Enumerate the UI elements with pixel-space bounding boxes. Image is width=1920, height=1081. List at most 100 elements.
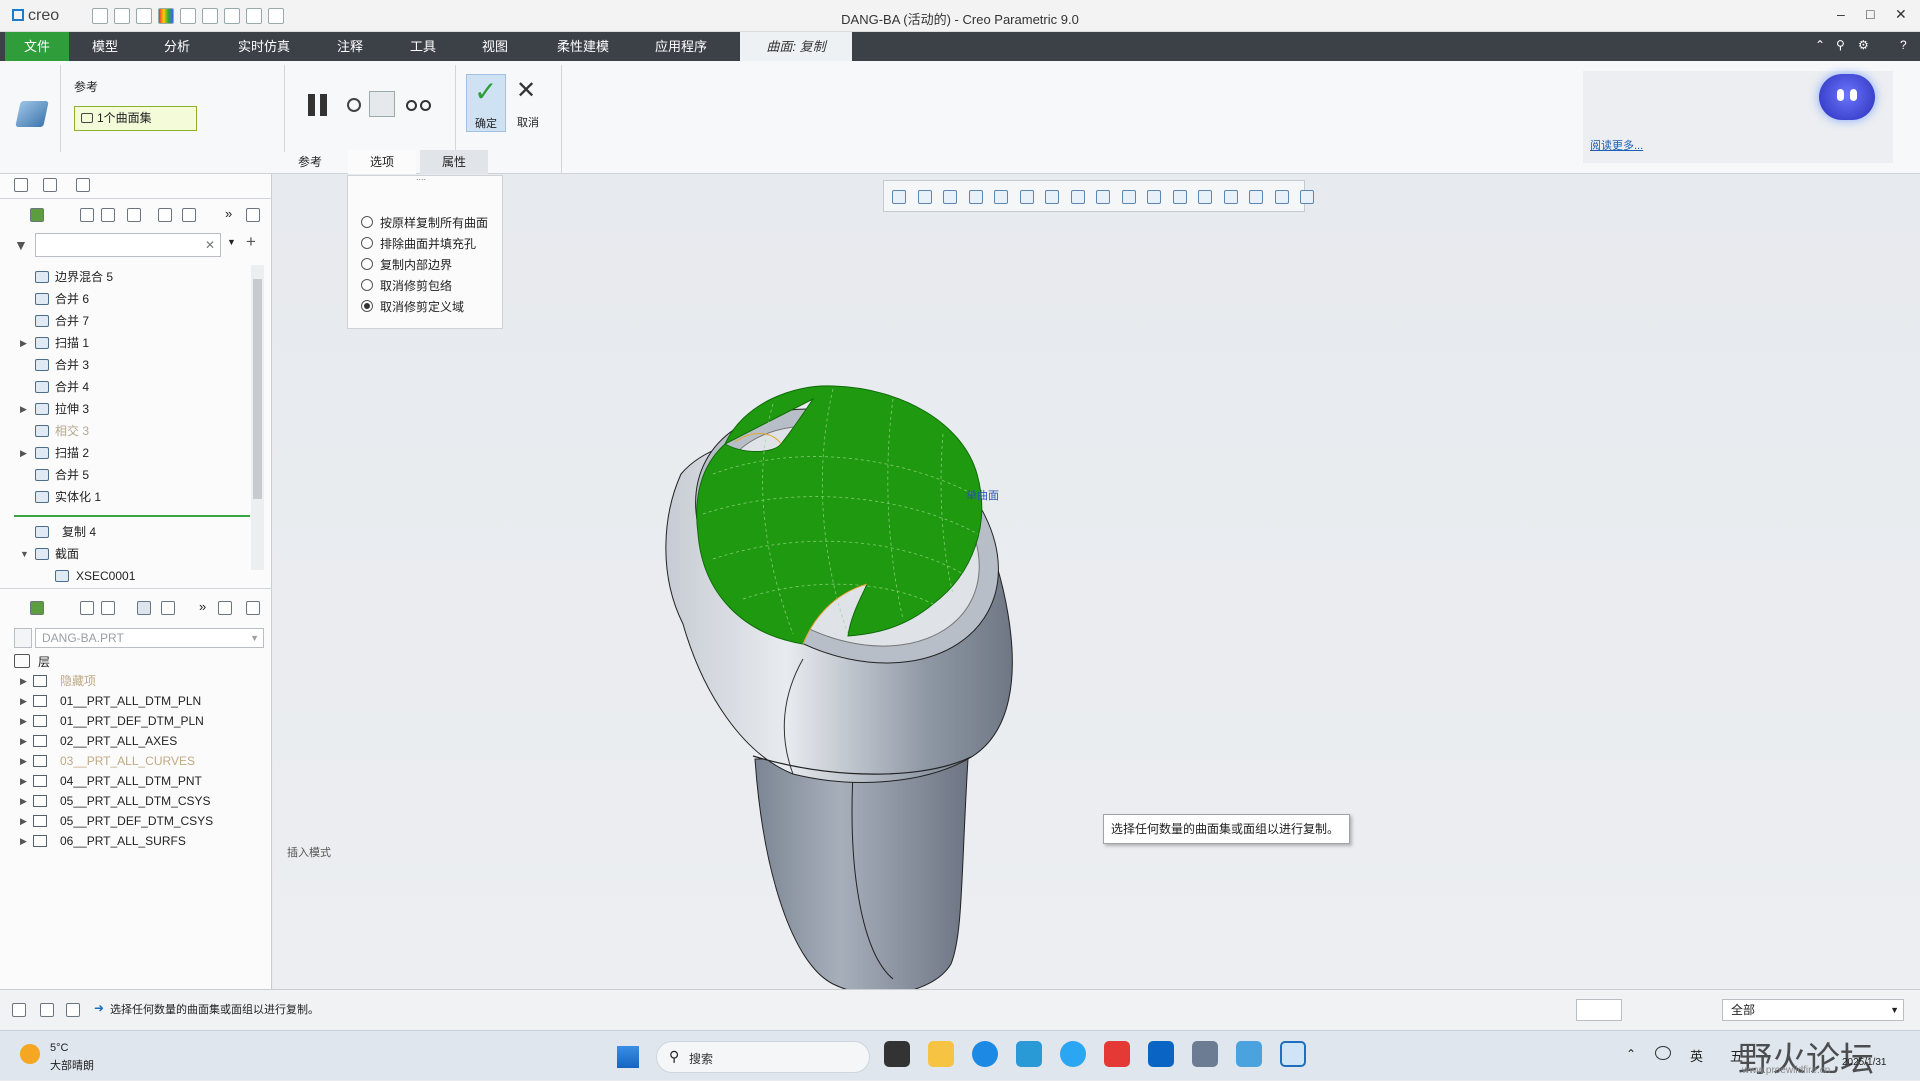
layer-item[interactable]: ▶ 03__PRT_ALL_CURVES — [0, 751, 250, 771]
tab-tools[interactable]: 工具 — [398, 32, 448, 61]
tree-item[interactable]: 合并 7 — [0, 311, 250, 331]
expand-arrow-icon[interactable]: ▶ — [20, 731, 27, 751]
tree-item[interactable]: 合并 3 — [0, 355, 250, 375]
display-style-icon[interactable] — [1019, 190, 1034, 204]
layer-part-select[interactable]: DANG-BA.PRT ▼ — [35, 628, 264, 648]
clear-search-icon[interactable]: ✕ — [205, 238, 215, 252]
read-more-link[interactable]: 阅读更多... — [1590, 137, 1643, 153]
select-arrow-icon[interactable] — [14, 628, 32, 648]
edge-icon[interactable] — [972, 1041, 998, 1067]
subtab-references[interactable]: 参考 — [276, 150, 344, 174]
expand-arrow-icon[interactable]: ▶ — [20, 831, 27, 851]
show-browser-icon[interactable] — [40, 1003, 54, 1017]
subtab-options[interactable]: 选项 — [348, 150, 416, 174]
weather-desc[interactable]: 大部晴朗 — [50, 1057, 94, 1073]
tree-item[interactable]: ▶ 扫描 2 — [0, 443, 250, 463]
selection-filter[interactable]: 全部 ▼ — [1722, 999, 1904, 1021]
tab-flexible-modeling[interactable]: 柔性建模 — [547, 32, 619, 61]
clock-date[interactable]: 2025/1/31 — [1842, 1057, 1887, 1068]
expand-arrow-icon[interactable]: ▶ — [20, 443, 27, 463]
help-icon[interactable]: ? — [1900, 38, 1907, 52]
perspective-icon[interactable] — [994, 190, 1008, 204]
named-view-icon[interactable] — [1096, 190, 1110, 204]
axis-display-icon[interactable] — [1172, 190, 1187, 204]
tree-search-input[interactable]: ✕ — [35, 233, 221, 257]
calculator-icon[interactable] — [1192, 1041, 1218, 1067]
no-preview-icon[interactable] — [347, 98, 361, 112]
tree-item[interactable]: ▶ 扫描 1 — [0, 333, 250, 353]
tree-item[interactable]: ▼ 截面 — [0, 544, 250, 564]
layer-more-icon[interactable]: » — [199, 599, 206, 614]
tree-item[interactable]: 合并 6 — [0, 289, 250, 309]
filter-dropdown-icon[interactable]: ▼ — [227, 237, 236, 247]
ime-indicator[interactable]: 英 — [1690, 1046, 1703, 1065]
tree-columns-icon[interactable] — [127, 208, 141, 222]
folder-browser-tab-icon[interactable] — [43, 178, 57, 192]
layer-item[interactable]: ▶ 05__PRT_DEF_DTM_CSYS — [0, 811, 250, 831]
start-icon[interactable] — [617, 1046, 639, 1068]
tray-chevron-icon[interactable]: ⌃ — [1626, 1047, 1636, 1061]
expand-arrow-icon[interactable]: ▶ — [20, 671, 27, 691]
more-icon[interactable]: » — [225, 206, 232, 221]
tree-item[interactable]: 合并 5 — [0, 465, 250, 485]
tab-file[interactable]: 文件 — [5, 32, 69, 61]
model-tree-menu-icon[interactable] — [30, 208, 44, 222]
tab-analysis[interactable]: 分析 — [152, 32, 202, 61]
full-screen-icon[interactable] — [66, 1003, 80, 1017]
maximize-icon[interactable]: □ — [1866, 6, 1874, 22]
settings-icon[interactable]: ⚙ — [1858, 38, 1869, 52]
subtab-properties[interactable]: 属性 — [420, 150, 488, 174]
tab-surface-copy[interactable]: 曲面: 复制 — [740, 32, 852, 61]
minimize-icon[interactable]: – — [1837, 6, 1845, 22]
expand-arrow-icon[interactable]: ▶ — [20, 711, 27, 731]
3d-model-view[interactable]: 单曲面 — [273, 174, 1920, 989]
layer-item[interactable]: ▶ 05__PRT_ALL_DTM_CSYS — [0, 791, 250, 811]
tree-item[interactable]: ▶ 拉伸 3 — [0, 399, 250, 419]
tab-live-simulation[interactable]: 实时仿真 — [228, 32, 300, 61]
layer-item[interactable]: ▶ 02__PRT_ALL_AXES — [0, 731, 250, 751]
wps-icon[interactable] — [1104, 1041, 1130, 1067]
option-radio[interactable] — [361, 258, 373, 270]
zoom-out-icon[interactable] — [943, 190, 957, 204]
expand-arrow-icon[interactable]: ▶ — [20, 399, 27, 419]
option-label[interactable]: 排除曲面并填充孔 — [380, 235, 476, 252]
add-filter-icon[interactable]: + — [246, 232, 256, 252]
reference-collector[interactable]: 1个曲面集 — [74, 106, 197, 131]
saved-views-icon[interactable] — [1045, 190, 1059, 204]
expand-arrow-icon[interactable]: ▶ — [20, 791, 27, 811]
show-navigator-icon[interactable] — [12, 1003, 26, 1017]
find-icon[interactable] — [1576, 999, 1622, 1021]
zoom-in-icon[interactable] — [917, 190, 932, 204]
verify-preview-icon[interactable] — [369, 91, 395, 117]
weather-sun-icon[interactable] — [20, 1044, 40, 1064]
layer-collapse-icon[interactable] — [101, 601, 115, 615]
option-radio[interactable] — [361, 237, 373, 249]
datum-display-icon[interactable] — [1121, 190, 1136, 204]
option-label[interactable]: 复制内部边界 — [380, 256, 452, 273]
task-view-icon[interactable] — [884, 1041, 910, 1067]
glasses-icon[interactable] — [406, 100, 432, 112]
layer-print-icon[interactable] — [246, 601, 260, 615]
layer-item[interactable]: ▶ 06__PRT_ALL_SURFS — [0, 831, 250, 851]
layer-menu-icon[interactable] — [30, 601, 44, 615]
tray-network-icon[interactable] — [1655, 1046, 1671, 1060]
ok-button[interactable]: ✓ 确定 — [466, 74, 506, 132]
expand-arrow-icon[interactable]: ▶ — [20, 691, 27, 711]
point-display-icon[interactable] — [1198, 190, 1212, 204]
refit-icon[interactable] — [892, 190, 906, 204]
csys-display-icon[interactable] — [1223, 190, 1238, 204]
mathtype-icon[interactable] — [1016, 1041, 1042, 1067]
tree-item[interactable]: 复制 4 — [0, 522, 250, 542]
expand-all-icon[interactable] — [80, 208, 94, 222]
tree-item[interactable]: 相交 3 — [0, 421, 250, 441]
tree-item[interactable]: XSEC0001 — [0, 566, 250, 586]
model-tree-scrollbar[interactable] — [251, 265, 264, 570]
layer-item[interactable]: ▶ 01__PRT_ALL_DTM_PLN — [0, 691, 250, 711]
qq-icon[interactable] — [1060, 1041, 1086, 1067]
option-label[interactable]: 取消修剪包络 — [380, 277, 452, 294]
option-radio[interactable] — [361, 300, 373, 312]
outlook-icon[interactable] — [1148, 1041, 1174, 1067]
favorites-tab-icon[interactable] — [76, 178, 90, 192]
option-radio[interactable] — [361, 279, 373, 291]
insert-here-marker[interactable] — [14, 515, 250, 517]
